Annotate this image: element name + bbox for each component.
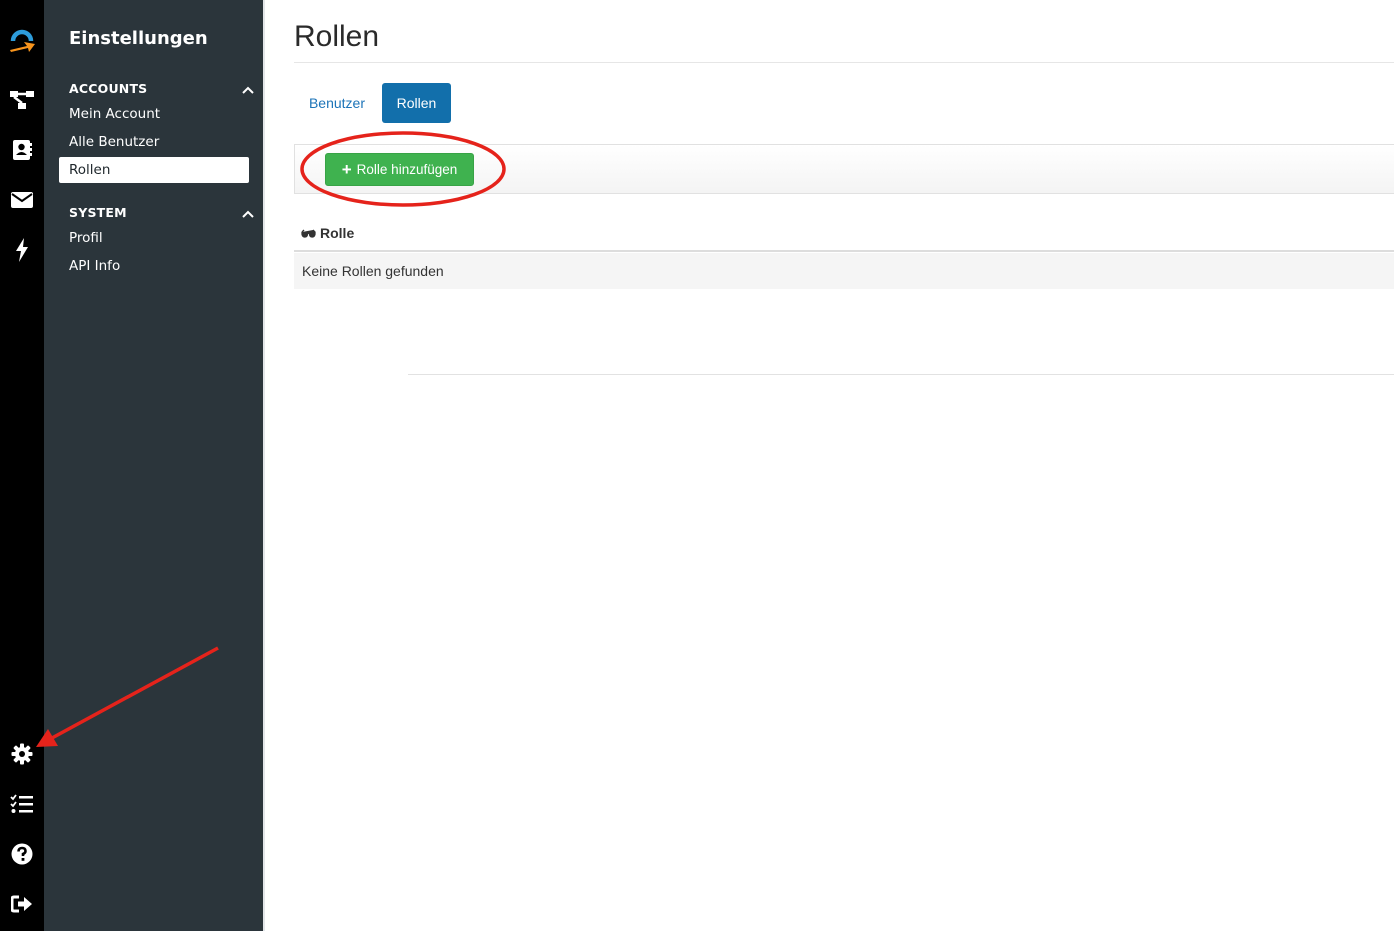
sidebar-divider [263, 0, 265, 931]
settings-sidebar: Einstellungen ACCOUNTS Mein Account Alle… [44, 0, 263, 931]
lightning-icon[interactable] [0, 232, 44, 268]
app-logo-icon[interactable] [0, 20, 44, 56]
gear-icon[interactable] [0, 736, 44, 772]
column-header-rolle[interactable]: Rolle [320, 225, 354, 241]
section-accounts-label: ACCOUNTS [69, 81, 148, 96]
sign-out-icon[interactable] [0, 886, 44, 922]
chevron-up-icon [242, 82, 254, 97]
glasses-icon [301, 225, 316, 241]
workflow-icon[interactable] [0, 82, 44, 118]
sidebar-title: Einstellungen [69, 28, 208, 49]
help-icon[interactable] [0, 836, 44, 872]
contacts-icon[interactable] [0, 132, 44, 168]
add-role-button-label: Rolle hinzufügen [356, 162, 458, 177]
chevron-up-icon [242, 206, 254, 221]
tab-rollen[interactable]: Rollen [382, 83, 451, 123]
section-system-header[interactable]: SYSTEM [69, 205, 254, 223]
content-divider [408, 374, 1394, 375]
sidebar-item-rollen[interactable]: Rollen [59, 157, 249, 183]
main-content: Rollen Benutzer Rollen + Rolle hinzufüge… [294, 0, 1394, 931]
title-divider [294, 62, 1394, 63]
table-header: Rolle [294, 216, 1394, 252]
section-system-label: SYSTEM [69, 205, 127, 220]
page-title: Rollen [294, 20, 380, 53]
table-empty-row: Keine Rollen gefunden [294, 253, 1394, 289]
plus-icon: + [341, 160, 352, 179]
action-toolbar: + Rolle hinzufügen [294, 144, 1394, 194]
sidebar-item-api-info[interactable]: API Info [59, 253, 249, 279]
icon-rail [0, 0, 44, 931]
sidebar-item-profil[interactable]: Profil [59, 225, 249, 251]
sidebar-item-mein-account[interactable]: Mein Account [59, 101, 249, 127]
checklist-icon[interactable] [0, 786, 44, 822]
section-accounts-header[interactable]: ACCOUNTS [69, 81, 254, 99]
tab-benutzer[interactable]: Benutzer [297, 83, 377, 123]
sidebar-item-alle-benutzer[interactable]: Alle Benutzer [59, 129, 249, 155]
mail-icon[interactable] [0, 182, 44, 218]
add-role-button[interactable]: + Rolle hinzufügen [325, 153, 474, 186]
